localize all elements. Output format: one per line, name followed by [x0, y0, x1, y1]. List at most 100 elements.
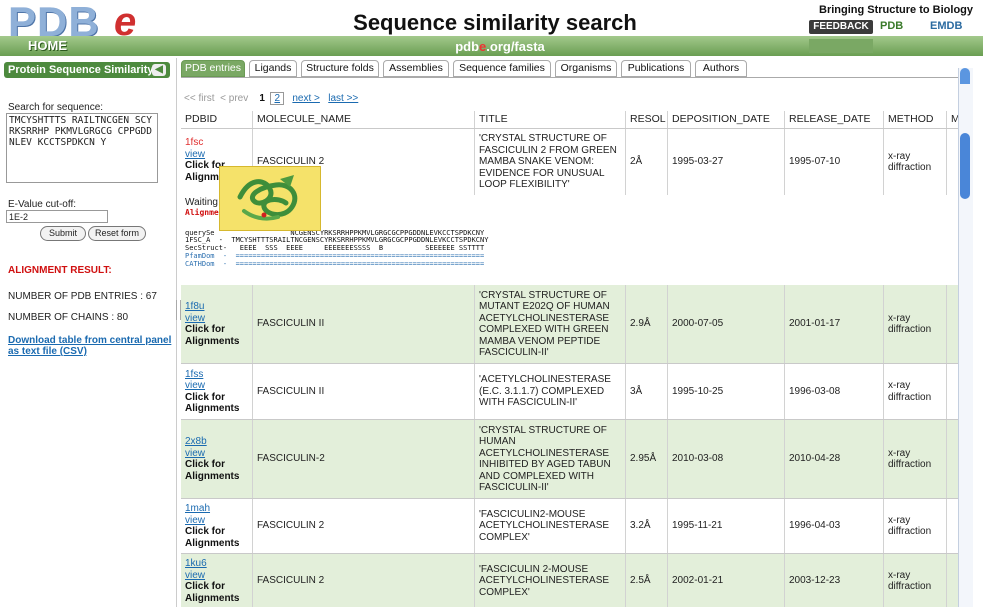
alignments-link[interactable]: Click for Alignments — [185, 459, 248, 482]
alignment-line-cath: CATHDom - ==============================… — [185, 260, 485, 268]
view-link[interactable]: view — [185, 380, 248, 392]
submit-button[interactable]: Submit — [40, 226, 86, 241]
tab-authors[interactable]: Authors — [695, 60, 747, 77]
header-release-date[interactable]: RELEASE_DATE — [785, 111, 884, 128]
title-cell: 'ACETYLCHOLINESTERASE (E.C. 3.1.1.7) COM… — [475, 364, 626, 419]
evalue-label: E-Value cut-off: — [8, 199, 76, 210]
home-link[interactable]: HOME — [28, 38, 67, 53]
scrollbar-thumb[interactable] — [960, 133, 970, 199]
evalue-input[interactable]: 1E-2 — [6, 210, 108, 223]
table-header-row: PDBID MOLECULE_NAME TITLE RESOL DEPOSITI… — [181, 111, 966, 129]
reset-button[interactable]: Reset form — [88, 226, 146, 241]
tab-ligands[interactable]: Ligands — [249, 60, 297, 77]
deposition-cell: 1995-03-27 — [668, 129, 785, 195]
alignments-link[interactable]: Click for Alignments — [185, 324, 248, 347]
url-suffix: .org/fasta — [486, 39, 545, 54]
collapse-panel-icon[interactable]: ◀ — [152, 64, 166, 76]
pagination: << first < prev 1 2 next > last >> — [184, 92, 358, 105]
title-cell: 'CRYSTAL STRUCTURE OF FASCICULIN 2 FROM … — [475, 129, 626, 195]
release-cell: 2003-12-23 — [785, 554, 884, 607]
header-method[interactable]: METHOD — [884, 111, 947, 128]
view-link[interactable]: view — [185, 515, 248, 527]
tab-publications[interactable]: Publications — [621, 60, 691, 77]
view-link[interactable]: view — [185, 448, 248, 460]
scrollbar-top — [960, 68, 970, 84]
release-cell: 2001-01-17 — [785, 285, 884, 363]
molecule-cell: FASCICULIN 2 — [253, 499, 475, 553]
prev-page-link: < prev — [220, 93, 249, 104]
pdb-partner-logo[interactable]: PDB — [880, 20, 903, 32]
view-link[interactable]: view — [185, 149, 248, 161]
header-title[interactable]: TITLE — [475, 111, 626, 128]
method-cell: x-ray diffraction — [884, 129, 947, 195]
waiting-text: Waiting — [185, 197, 218, 208]
method-cell: x-ray diffraction — [884, 499, 947, 553]
panel-title: Protein Sequence Similarity ◀ — [4, 62, 170, 78]
title-cell: 'CRYSTAL STRUCTURE OF HUMAN ACETYLCHOLIN… — [475, 420, 626, 498]
method-cell: x-ray diffraction — [884, 285, 947, 363]
next-page-link[interactable]: next > — [292, 93, 320, 104]
download-csv-link[interactable]: Download table from central panel as tex… — [8, 335, 174, 357]
molecule-cell: FASCICULIN II — [253, 285, 475, 363]
header-deposition-date[interactable]: DEPOSITION_DATE — [668, 111, 785, 128]
alignment-heading: Alignme — [185, 208, 219, 217]
current-page: 1 — [259, 93, 265, 104]
header-pdbid[interactable]: PDBID — [181, 111, 253, 128]
header-resolution[interactable]: RESOL — [626, 111, 668, 128]
pdbid-link[interactable]: 1fss — [185, 369, 248, 381]
view-link[interactable]: view — [185, 313, 248, 325]
alignments-link[interactable]: Click for Alignments — [185, 392, 248, 415]
table-row: 2x8b view Click for Alignments FASCICULIN-… — [181, 420, 966, 499]
tab-organisms[interactable]: Organisms — [555, 60, 617, 77]
view-link[interactable]: view — [185, 570, 248, 582]
url-prefix: pdb — [455, 39, 480, 54]
release-cell: 1996-04-03 — [785, 499, 884, 553]
alignment-result-heading: ALIGNMENT RESULT: — [8, 265, 112, 276]
header-molecule-name[interactable]: MOLECULE_NAME — [253, 111, 475, 128]
deposition-cell: 2002-01-21 — [668, 554, 785, 607]
tab-divider — [181, 77, 966, 78]
pdbid-cell: 1f8u view Click for Alignments — [181, 285, 253, 363]
title-cell: 'FASCICULIN2-MOUSE ACETYLCHOLINESTERASE … — [475, 499, 626, 553]
pdbid-cell: 1mah view Click for Alignments — [181, 499, 253, 553]
chains-count: NUMBER OF CHAINS : 80 — [8, 312, 129, 323]
last-page-link[interactable]: last >> — [328, 93, 358, 104]
protein-ribbon-icon — [237, 175, 298, 221]
pdbid-link[interactable]: 1f8u — [185, 301, 248, 313]
alignments-link[interactable]: Click for Alignments — [185, 526, 248, 549]
feedback-shadow — [809, 39, 873, 53]
page-header: PDB e Sequence similarity search Bringin… — [0, 0, 983, 58]
tab-sequence-families[interactable]: Sequence families — [453, 60, 551, 77]
site-url: pdbe.org/fasta — [330, 39, 670, 54]
panel-title-text: Protein Sequence Similarity — [8, 64, 154, 76]
tab-structure-folds[interactable]: Structure folds — [301, 60, 379, 77]
page-title: Sequence similarity search — [353, 10, 637, 35]
pdbid-cell: 1fss view Click for Alignments — [181, 364, 253, 419]
resolution-cell: 2Å — [626, 129, 668, 195]
structure-thumbnail-popup — [219, 166, 321, 231]
tab-bar: PDB entries Ligands Structure folds Asse… — [181, 60, 961, 78]
first-page-link: << first — [184, 93, 215, 104]
pdbid-link[interactable]: 2x8b — [185, 436, 248, 448]
deposition-cell: 1995-11-21 — [668, 499, 785, 553]
alignments-link[interactable]: Click for Alignments — [185, 581, 248, 604]
pdbid-link[interactable]: 1fsc — [185, 137, 248, 149]
molecule-cell: FASCICULIN II — [253, 364, 475, 419]
feedback-button[interactable]: FEEDBACK — [809, 20, 873, 34]
tab-assemblies[interactable]: Assemblies — [383, 60, 449, 77]
pdbid-link[interactable]: 1ku6 — [185, 558, 248, 570]
resolution-cell: 3Å — [626, 364, 668, 419]
method-cell: x-ray diffraction — [884, 364, 947, 419]
resolution-cell: 2.9Å — [626, 285, 668, 363]
page-2-link[interactable]: 2 — [270, 92, 285, 105]
pdbid-link[interactable]: 1mah — [185, 503, 248, 515]
tab-pdb-entries[interactable]: PDB entries — [181, 60, 245, 77]
left-panel: Protein Sequence Similarity ◀ Search for… — [0, 58, 177, 607]
table-row: 1mah view Click for Alignments FASCICULIN … — [181, 499, 966, 554]
table-row: 1ku6 view Click for Alignments FASCICULIN … — [181, 554, 966, 607]
title-cell: 'FASCICULIN 2-MOUSE ACETYLCHOLINESTERASE… — [475, 554, 626, 607]
sequence-textarea[interactable]: TMCYSHTTTS RAILTNCGEN SCYRKSRRHP PKMVLGR… — [6, 113, 158, 183]
emdb-partner-logo[interactable]: EMDB — [930, 20, 962, 32]
table-row: 1f8u view Click for Alignments FASCICULIN … — [181, 285, 966, 364]
title-cell: 'CRYSTAL STRUCTURE OF MUTANT E202Q OF HU… — [475, 285, 626, 363]
